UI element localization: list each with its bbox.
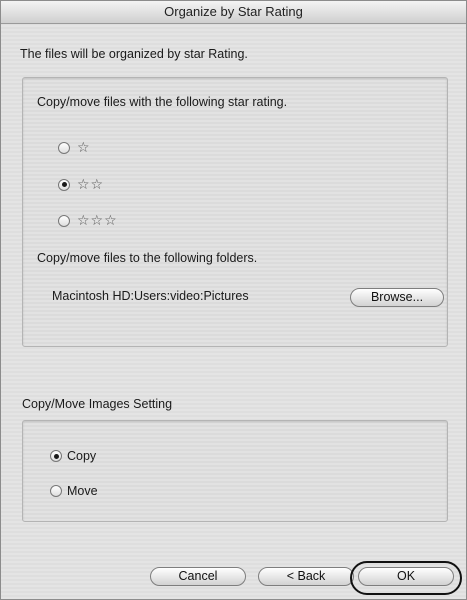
ok-highlight-ring: [350, 561, 462, 595]
intro-text: The files will be organized by star Rati…: [20, 47, 248, 61]
browse-button[interactable]: Browse...: [350, 288, 444, 307]
folder-path: Macintosh HD:Users:video:Pictures: [52, 289, 249, 303]
radio-button[interactable]: [50, 450, 62, 462]
rating-option-3-star[interactable]: ☆☆☆: [58, 212, 118, 229]
radio-button[interactable]: [50, 485, 62, 497]
star-rating-group: Copy/move files with the following star …: [22, 77, 448, 347]
back-button[interactable]: < Back: [258, 567, 354, 586]
radio-button[interactable]: [58, 214, 70, 227]
radio-button[interactable]: [58, 178, 70, 191]
radio-button[interactable]: [58, 141, 70, 154]
rating-heading: Copy/move files with the following star …: [37, 95, 288, 109]
copy-option[interactable]: Copy: [50, 449, 96, 463]
move-label: Move: [67, 484, 98, 498]
mode-heading: Copy/Move Images Setting: [22, 397, 173, 411]
window-title: Organize by Star Rating: [1, 1, 466, 24]
star-icons: ☆☆: [77, 176, 105, 192]
dialog-window: Organize by Star Rating The files will b…: [0, 0, 467, 600]
rating-option-1-star[interactable]: ☆: [58, 139, 91, 156]
copy-move-group: Copy Move: [22, 420, 448, 522]
move-option[interactable]: Move: [50, 484, 98, 498]
folder-heading: Copy/move files to the following folders…: [37, 251, 258, 265]
star-icons: ☆: [77, 139, 91, 155]
star-icons: ☆☆☆: [77, 212, 118, 228]
rating-option-2-star[interactable]: ☆☆: [58, 176, 104, 193]
cancel-button[interactable]: Cancel: [150, 567, 246, 586]
copy-label: Copy: [67, 449, 97, 463]
